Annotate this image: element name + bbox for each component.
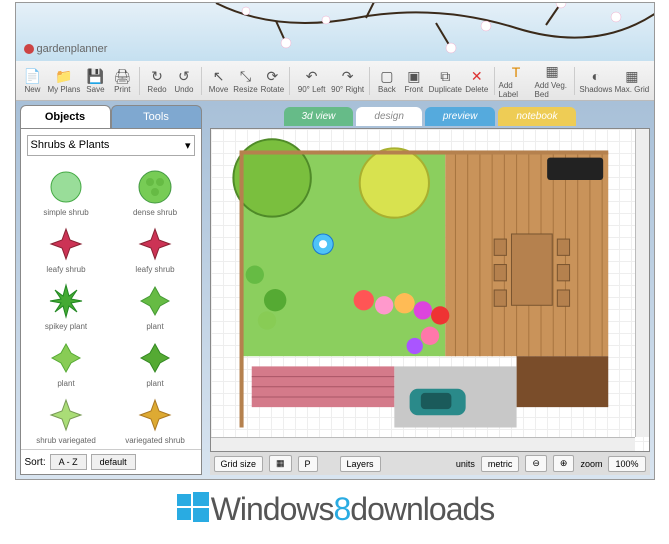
plant-item[interactable]: leafy shrub (112, 221, 199, 276)
titlebar-decoration (216, 3, 654, 61)
main-area: Objects Tools Shrubs & Plants ▾ simple s… (16, 101, 654, 479)
scrollbar-horizontal[interactable] (211, 437, 635, 451)
grid-toggle-button[interactable]: ▦ (269, 455, 292, 472)
send-back-icon: ▢ (380, 67, 393, 85)
plant-items-grid: simple shrub dense shrub leafy shrub lea… (21, 162, 201, 449)
tab-notebook[interactable]: notebook (498, 107, 575, 126)
canvas-tabs: 3d view design preview notebook (210, 105, 650, 128)
sort-label: Sort: (25, 457, 46, 468)
shadows-button[interactable]: ◐Shadows (578, 63, 613, 99)
max-grid-button[interactable]: ▦Max. Grid (614, 63, 649, 99)
zoom-in-button[interactable]: ⊕ (553, 455, 575, 472)
rotate-right-icon: ↷ (342, 67, 354, 85)
p-button[interactable]: P (298, 456, 318, 472)
plant-item[interactable]: simple shrub (23, 164, 110, 219)
canvas-area: 3d view design preview notebook (206, 101, 654, 479)
rotate-left-button[interactable]: ↶90° Left (294, 63, 329, 99)
add-label-button[interactable]: TAdd Label (498, 63, 533, 99)
canvas[interactable] (210, 128, 650, 452)
tab-objects[interactable]: Objects (20, 105, 111, 128)
grid-icon: ▦ (625, 67, 638, 85)
move-icon: ↖ (213, 67, 225, 85)
resize-icon: ⤡ (240, 67, 251, 85)
app-logo-icon (24, 44, 34, 54)
rotate-button[interactable]: ⟳Rotate (259, 63, 285, 99)
delete-button[interactable]: ✕Delete (464, 63, 490, 99)
zoom-value[interactable]: 100% (608, 456, 645, 472)
duplicate-icon: ⧉ (440, 67, 450, 85)
rotate-right-button[interactable]: ↷90° Right (330, 63, 365, 99)
layers-button[interactable]: Layers (340, 456, 381, 472)
new-button[interactable]: 📄New (20, 63, 46, 99)
category-label: Shrubs & Plants (31, 139, 110, 152)
titlebar: gardenplanner (16, 3, 654, 61)
plant-item[interactable]: plant (23, 335, 110, 390)
folder-icon: 📁 (55, 67, 72, 85)
sort-row: Sort: A - Z default (21, 449, 201, 474)
zoom-label: zoom (580, 459, 602, 469)
tab-tools[interactable]: Tools (111, 105, 202, 128)
move-button[interactable]: ↖Move (206, 63, 232, 99)
tab-preview[interactable]: preview (425, 107, 495, 126)
shadows-icon: ◐ (592, 67, 600, 85)
canvas-svg (211, 129, 649, 451)
rotate-left-icon: ↶ (306, 67, 318, 85)
plant-item[interactable]: dense shrub (112, 164, 199, 219)
resize-button[interactable]: ⤡Resize (233, 63, 259, 99)
text-icon: T (512, 63, 521, 81)
sort-default-button[interactable]: default (91, 454, 136, 470)
sidebar-tabs: Objects Tools (20, 105, 202, 129)
units-select[interactable]: metric (481, 456, 520, 472)
plant-item[interactable]: plant (112, 278, 199, 333)
file-icon: 📄 (24, 67, 41, 85)
vegbed-icon: ▦ (545, 63, 558, 81)
chevron-down-icon: ▾ (185, 139, 191, 152)
sidebar: Objects Tools Shrubs & Plants ▾ simple s… (16, 101, 206, 479)
print-button[interactable]: 🖨Print (109, 63, 135, 99)
add-veg-bed-button[interactable]: ▦Add Veg. Bed (535, 63, 570, 99)
my-plans-button[interactable]: 📁My Plans (46, 63, 81, 99)
plant-item[interactable]: spikey plant (23, 278, 110, 333)
units-label: units (456, 459, 475, 469)
app-window: gardenplanner 📄New 📁My Plans 💾Save 🖨Prin… (15, 2, 655, 480)
undo-icon: ↺ (178, 67, 190, 85)
delete-icon: ✕ (471, 67, 483, 85)
app-name: gardenplanner (24, 43, 108, 55)
scrollbar-vertical[interactable] (635, 129, 649, 437)
plant-item[interactable]: variegated shrub (112, 392, 199, 447)
rotate-icon: ⟳ (267, 67, 279, 85)
bring-front-icon: ▣ (407, 67, 420, 85)
tab-3d-view[interactable]: 3d view (284, 107, 354, 126)
windows-logo-icon (175, 490, 211, 526)
canvas-bottom-bar: Grid size ▦ P Layers units metric ⊖ ⊕ zo… (210, 452, 650, 475)
plant-item[interactable]: leafy shrub (23, 221, 110, 276)
plant-item[interactable]: plant (112, 335, 199, 390)
save-button[interactable]: 💾Save (82, 63, 108, 99)
duplicate-button[interactable]: ⧉Duplicate (428, 63, 463, 99)
sort-az-button[interactable]: A - Z (50, 454, 87, 470)
back-button[interactable]: ▢Back (374, 63, 400, 99)
undo-button[interactable]: ↺Undo (171, 63, 197, 99)
plant-item[interactable]: shrub variegated (23, 392, 110, 447)
redo-button[interactable]: ↻Redo (144, 63, 170, 99)
sidebar-panel: Shrubs & Plants ▾ simple shrub dense shr… (20, 129, 202, 475)
front-button[interactable]: ▣Front (401, 63, 427, 99)
tab-design[interactable]: design (356, 107, 421, 126)
save-icon: 💾 (87, 67, 104, 85)
watermark: Windows8downloads (0, 480, 669, 538)
zoom-out-button[interactable]: ⊖ (525, 455, 547, 472)
print-icon: 🖨 (113, 67, 131, 85)
grid-size-button[interactable]: Grid size (214, 456, 264, 472)
redo-icon: ↻ (151, 67, 163, 85)
toolbar: 📄New 📁My Plans 💾Save 🖨Print ↻Redo ↺Undo … (16, 61, 654, 101)
category-dropdown[interactable]: Shrubs & Plants ▾ (27, 135, 195, 156)
